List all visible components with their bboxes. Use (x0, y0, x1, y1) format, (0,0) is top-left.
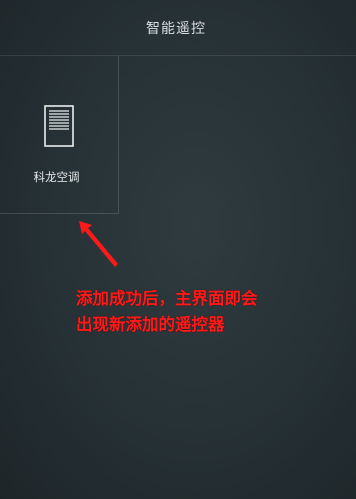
air-conditioner-icon (44, 105, 74, 147)
annotation-line-1: 添加成功后，主界面即会 (76, 289, 258, 308)
annotation-note: 添加成功后，主界面即会 出现新添加的遥控器 (76, 286, 336, 338)
annotation-line-2: 出现新添加的遥控器 (76, 315, 225, 334)
remote-control-app: 智能遥控 科龙空调 添加成功后，主界面即会 出现新添加的遥控器 (0, 0, 356, 499)
title-bar: 智能遥控 (0, 0, 356, 56)
device-label: 科龙空调 (33, 170, 80, 184)
page-title: 智能遥控 (146, 21, 206, 37)
device-tile-kelon-ac[interactable]: 科龙空调 (0, 56, 119, 214)
arrow-up-left-icon (79, 221, 118, 267)
